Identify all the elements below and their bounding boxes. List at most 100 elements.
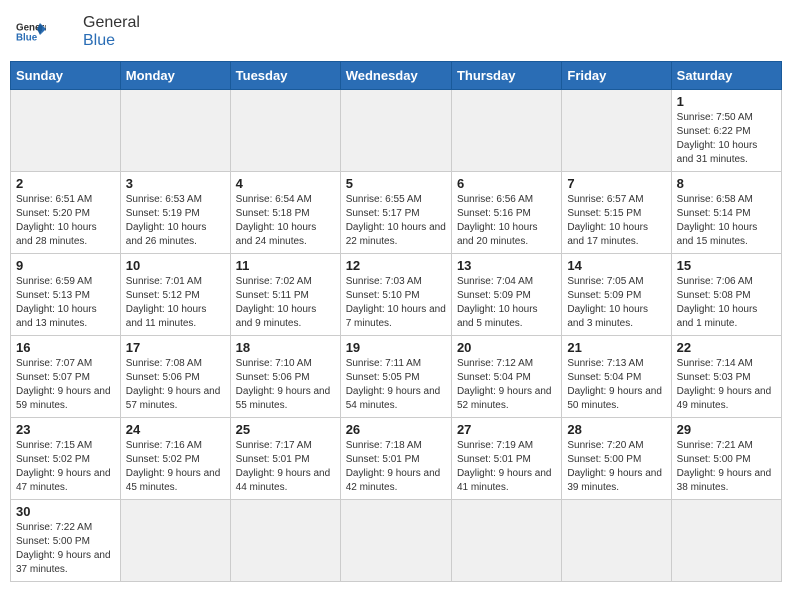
day-number: 15 bbox=[677, 258, 776, 273]
day-number: 1 bbox=[677, 94, 776, 109]
calendar-cell bbox=[230, 90, 340, 172]
calendar-cell: 7Sunrise: 6:57 AM Sunset: 5:15 PM Daylig… bbox=[562, 172, 671, 254]
calendar-cell bbox=[671, 500, 781, 582]
day-number: 17 bbox=[126, 340, 225, 355]
day-number: 13 bbox=[457, 258, 556, 273]
calendar-cell bbox=[340, 500, 451, 582]
day-info: Sunrise: 6:58 AM Sunset: 5:14 PM Dayligh… bbox=[677, 193, 776, 249]
col-header-thursday: Thursday bbox=[451, 62, 561, 90]
logo-blue: Blue bbox=[83, 32, 115, 49]
calendar-cell: 13 Sunrise: 7:04 AM Sunset: 5:09 PM Dayli… bbox=[451, 254, 561, 336]
calendar-cell: 5Sunrise: 6:55 AM Sunset: 5:17 PM Daylig… bbox=[340, 172, 451, 254]
calendar-cell bbox=[11, 90, 121, 172]
calendar-cell bbox=[451, 90, 561, 172]
day-number: 25 bbox=[236, 422, 335, 437]
day-info: Sunrise: 7:05 AM Sunset: 5:09 PM Dayligh… bbox=[567, 275, 665, 331]
day-info: Sunrise: 6:59 AM Sunset: 5:13 PM Dayligh… bbox=[16, 275, 115, 331]
day-number: 23 bbox=[16, 422, 115, 437]
day-info: Sunrise: 7:04 AM Sunset: 5:09 PM Dayligh… bbox=[457, 275, 556, 331]
day-info: Sunrise: 7:07 AM Sunset: 5:07 PM Dayligh… bbox=[16, 357, 115, 413]
calendar-cell: 15Sunrise: 7:06 AM Sunset: 5:08 PM Dayli… bbox=[671, 254, 781, 336]
calendar-cell: 22 Sunrise: 7:14 AM Sunset: 5:03 PM Dayli… bbox=[671, 336, 781, 418]
day-number: 24 bbox=[126, 422, 225, 437]
col-header-wednesday: Wednesday bbox=[340, 62, 451, 90]
day-info: Sunrise: 7:12 AM Sunset: 5:04 PM Dayligh… bbox=[457, 357, 556, 413]
day-number: 28 bbox=[567, 422, 665, 437]
day-number: 29 bbox=[677, 422, 776, 437]
day-info: Sunrise: 7:20 AM Sunset: 5:00 PM Dayligh… bbox=[567, 439, 665, 495]
day-number: 21 bbox=[567, 340, 665, 355]
calendar-cell bbox=[120, 90, 230, 172]
calendar-cell: 17Sunrise: 7:08 AM Sunset: 5:06 PM Dayli… bbox=[120, 336, 230, 418]
calendar-cell: 8 Sunrise: 6:58 AM Sunset: 5:14 PM Daylig… bbox=[671, 172, 781, 254]
day-number: 2 bbox=[16, 176, 115, 191]
day-info: Sunrise: 7:19 AM Sunset: 5:01 PM Dayligh… bbox=[457, 439, 556, 495]
day-info: Sunrise: 7:13 AM Sunset: 5:04 PM Dayligh… bbox=[567, 357, 665, 413]
header: General Blue General Blue bbox=[10, 10, 782, 53]
day-info: Sunrise: 7:14 AM Sunset: 5:03 PM Dayligh… bbox=[677, 357, 776, 413]
logo-general: General bbox=[83, 14, 140, 31]
calendar-cell bbox=[451, 500, 561, 582]
calendar-cell: 21 Sunrise: 7:13 AM Sunset: 5:04 PM Dayli… bbox=[562, 336, 671, 418]
calendar-cell: 1 Sunrise: 7:50 AM Sunset: 6:22 PM Daylig… bbox=[671, 90, 781, 172]
calendar-week-row: 23 Sunrise: 7:15 AM Sunset: 5:02 PM Dayli… bbox=[11, 418, 782, 500]
calendar-week-row: 30 Sunrise: 7:22 AM Sunset: 5:00 PM Dayli… bbox=[11, 500, 782, 582]
day-info: Sunrise: 6:56 AM Sunset: 5:16 PM Dayligh… bbox=[457, 193, 556, 249]
day-info: Sunrise: 7:01 AM Sunset: 5:12 PM Dayligh… bbox=[126, 275, 225, 331]
day-info: Sunrise: 7:11 AM Sunset: 5:05 PM Dayligh… bbox=[346, 357, 446, 413]
day-info: Sunrise: 6:54 AM Sunset: 5:18 PM Dayligh… bbox=[236, 193, 335, 249]
calendar-cell: 30 Sunrise: 7:22 AM Sunset: 5:00 PM Dayli… bbox=[11, 500, 121, 582]
day-info: Sunrise: 7:03 AM Sunset: 5:10 PM Dayligh… bbox=[346, 275, 446, 331]
calendar-cell bbox=[340, 90, 451, 172]
day-number: 12 bbox=[346, 258, 446, 273]
day-info: Sunrise: 7:15 AM Sunset: 5:02 PM Dayligh… bbox=[16, 439, 115, 495]
day-info: Sunrise: 7:10 AM Sunset: 5:06 PM Dayligh… bbox=[236, 357, 335, 413]
day-number: 30 bbox=[16, 504, 115, 519]
day-info: Sunrise: 6:57 AM Sunset: 5:15 PM Dayligh… bbox=[567, 193, 665, 249]
calendar-week-row: 16 Sunrise: 7:07 AM Sunset: 5:07 PM Dayli… bbox=[11, 336, 782, 418]
calendar-week-row: 1 Sunrise: 7:50 AM Sunset: 6:22 PM Daylig… bbox=[11, 90, 782, 172]
calendar-cell: 19 Sunrise: 7:11 AM Sunset: 5:05 PM Dayli… bbox=[340, 336, 451, 418]
day-info: Sunrise: 7:21 AM Sunset: 5:00 PM Dayligh… bbox=[677, 439, 776, 495]
col-header-sunday: Sunday bbox=[11, 62, 121, 90]
day-info: Sunrise: 7:18 AM Sunset: 5:01 PM Dayligh… bbox=[346, 439, 446, 495]
calendar-cell bbox=[230, 500, 340, 582]
calendar-cell: 9 Sunrise: 6:59 AM Sunset: 5:13 PM Daylig… bbox=[11, 254, 121, 336]
day-number: 5 bbox=[346, 176, 446, 191]
day-info: Sunrise: 7:02 AM Sunset: 5:11 PM Dayligh… bbox=[236, 275, 335, 331]
calendar-cell: 14 Sunrise: 7:05 AM Sunset: 5:09 PM Dayli… bbox=[562, 254, 671, 336]
col-header-friday: Friday bbox=[562, 62, 671, 90]
day-info: Sunrise: 6:51 AM Sunset: 5:20 PM Dayligh… bbox=[16, 193, 115, 249]
calendar-cell: 16 Sunrise: 7:07 AM Sunset: 5:07 PM Dayli… bbox=[11, 336, 121, 418]
calendar-cell: 20Sunrise: 7:12 AM Sunset: 5:04 PM Dayli… bbox=[451, 336, 561, 418]
calendar-cell bbox=[120, 500, 230, 582]
calendar-cell: 26 Sunrise: 7:18 AM Sunset: 5:01 PM Dayli… bbox=[340, 418, 451, 500]
day-number: 16 bbox=[16, 340, 115, 355]
calendar-week-row: 2 Sunrise: 6:51 AM Sunset: 5:20 PM Daylig… bbox=[11, 172, 782, 254]
calendar-cell: 3Sunrise: 6:53 AM Sunset: 5:19 PM Daylig… bbox=[120, 172, 230, 254]
calendar-cell: 28 Sunrise: 7:20 AM Sunset: 5:00 PM Dayli… bbox=[562, 418, 671, 500]
day-info: Sunrise: 7:16 AM Sunset: 5:02 PM Dayligh… bbox=[126, 439, 225, 495]
day-number: 26 bbox=[346, 422, 446, 437]
day-number: 19 bbox=[346, 340, 446, 355]
day-number: 3 bbox=[126, 176, 225, 191]
calendar-cell: 25Sunrise: 7:17 AM Sunset: 5:01 PM Dayli… bbox=[230, 418, 340, 500]
day-number: 9 bbox=[16, 258, 115, 273]
calendar-cell bbox=[562, 500, 671, 582]
col-header-tuesday: Tuesday bbox=[230, 62, 340, 90]
col-header-saturday: Saturday bbox=[671, 62, 781, 90]
calendar-cell: 4Sunrise: 6:54 AM Sunset: 5:18 PM Daylig… bbox=[230, 172, 340, 254]
logo: General Blue General Blue bbox=[16, 14, 140, 49]
day-info: Sunrise: 7:50 AM Sunset: 6:22 PM Dayligh… bbox=[677, 111, 776, 167]
calendar-week-row: 9 Sunrise: 6:59 AM Sunset: 5:13 PM Daylig… bbox=[11, 254, 782, 336]
calendar-cell: 23 Sunrise: 7:15 AM Sunset: 5:02 PM Dayli… bbox=[11, 418, 121, 500]
day-info: Sunrise: 7:22 AM Sunset: 5:00 PM Dayligh… bbox=[16, 521, 115, 577]
calendar-cell: 24 Sunrise: 7:16 AM Sunset: 5:02 PM Dayli… bbox=[120, 418, 230, 500]
day-number: 8 bbox=[677, 176, 776, 191]
day-number: 18 bbox=[236, 340, 335, 355]
calendar-cell: 2 Sunrise: 6:51 AM Sunset: 5:20 PM Daylig… bbox=[11, 172, 121, 254]
calendar-cell bbox=[562, 90, 671, 172]
calendar-cell: 18 Sunrise: 7:10 AM Sunset: 5:06 PM Dayli… bbox=[230, 336, 340, 418]
day-number: 14 bbox=[567, 258, 665, 273]
day-number: 22 bbox=[677, 340, 776, 355]
